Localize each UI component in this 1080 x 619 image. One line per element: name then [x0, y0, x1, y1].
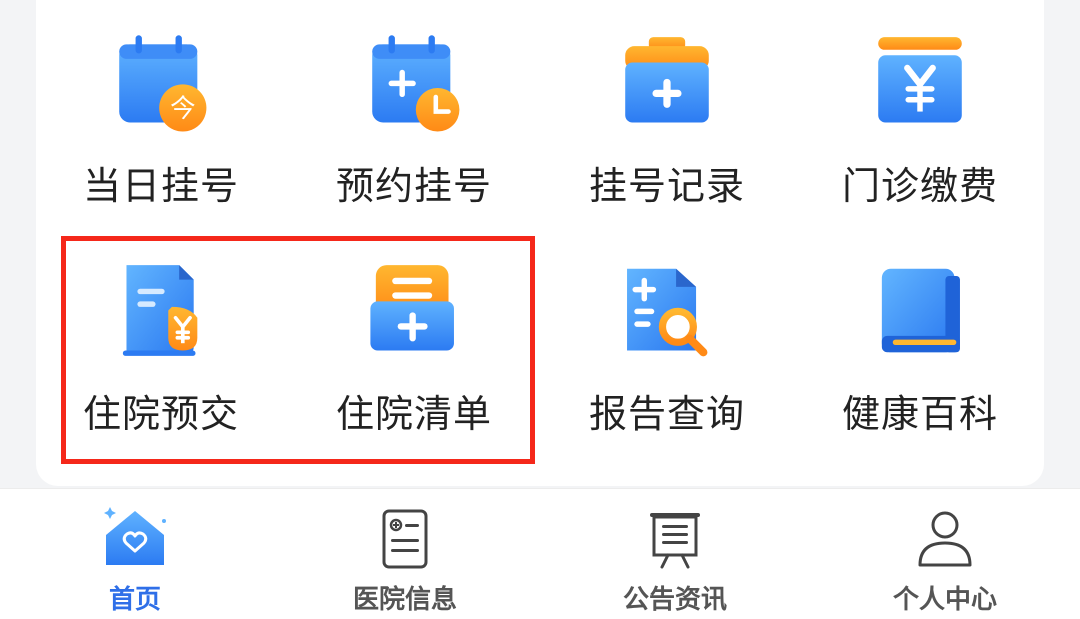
list-add-icon	[370, 265, 454, 351]
tab-label: 医院信息	[352, 585, 457, 615]
grid-item-label: 门诊缴费	[841, 164, 998, 208]
grid-item-label: 挂号记录	[588, 164, 745, 208]
tab-hospital-info[interactable]: 医院信息	[270, 489, 540, 619]
bottom-tab-bar: 首页 医院信息 公告资讯 个人中心	[0, 488, 1080, 619]
grid-item-hospitalization-prepayment[interactable]: 住院预交	[41, 228, 281, 438]
medical-kit-icon	[625, 37, 709, 123]
tab-profile[interactable]: 个人中心	[810, 489, 1080, 619]
tab-label: 个人中心	[892, 585, 997, 615]
grid-item-label: 住院预交	[82, 392, 239, 436]
grid-item-outpatient-payment[interactable]: 门诊缴费	[800, 0, 1040, 210]
document-yuan-icon	[122, 265, 198, 356]
tab-label: 公告资讯	[622, 585, 727, 615]
home-heart-icon	[104, 507, 166, 565]
grid-item-appointment-registration[interactable]: 预约挂号	[294, 0, 534, 210]
tab-home[interactable]: 首页	[0, 489, 270, 619]
notice-board-icon	[650, 513, 700, 569]
grid-item-health-encyclopedia[interactable]: 健康百科	[800, 228, 1040, 438]
grid-item-same-day-registration[interactable]: 今 当日挂号	[41, 0, 281, 210]
grid-item-registration-records[interactable]: 挂号记录	[547, 0, 787, 210]
grid-item-label: 当日挂号	[82, 164, 239, 208]
grid-item-label: 报告查询	[588, 392, 745, 436]
grid-item-label: 预约挂号	[335, 164, 492, 208]
svg-text:今: 今	[170, 93, 195, 123]
report-search-icon	[627, 268, 708, 357]
calendar-today-icon: 今	[119, 35, 207, 132]
hospital-info-icon	[382, 509, 428, 569]
calendar-add-clock-icon	[372, 35, 460, 132]
tab-announcements[interactable]: 公告资讯	[540, 489, 810, 619]
grid-item-report-query[interactable]: 报告查询	[547, 228, 787, 438]
grid-item-label: 健康百科	[841, 392, 998, 436]
service-grid-card: 今 当日挂号 预约挂号 挂号记录 门诊缴费 住院预交 住院清单 报告查询 健康百…	[36, 0, 1044, 486]
grid-item-label: 住院清单	[335, 392, 492, 436]
grid-item-hospitalization-list[interactable]: 住院清单	[294, 228, 534, 438]
book-icon	[881, 268, 960, 353]
user-icon	[918, 511, 972, 567]
tab-label: 首页	[108, 585, 161, 615]
yuan-payment-icon	[878, 37, 962, 123]
